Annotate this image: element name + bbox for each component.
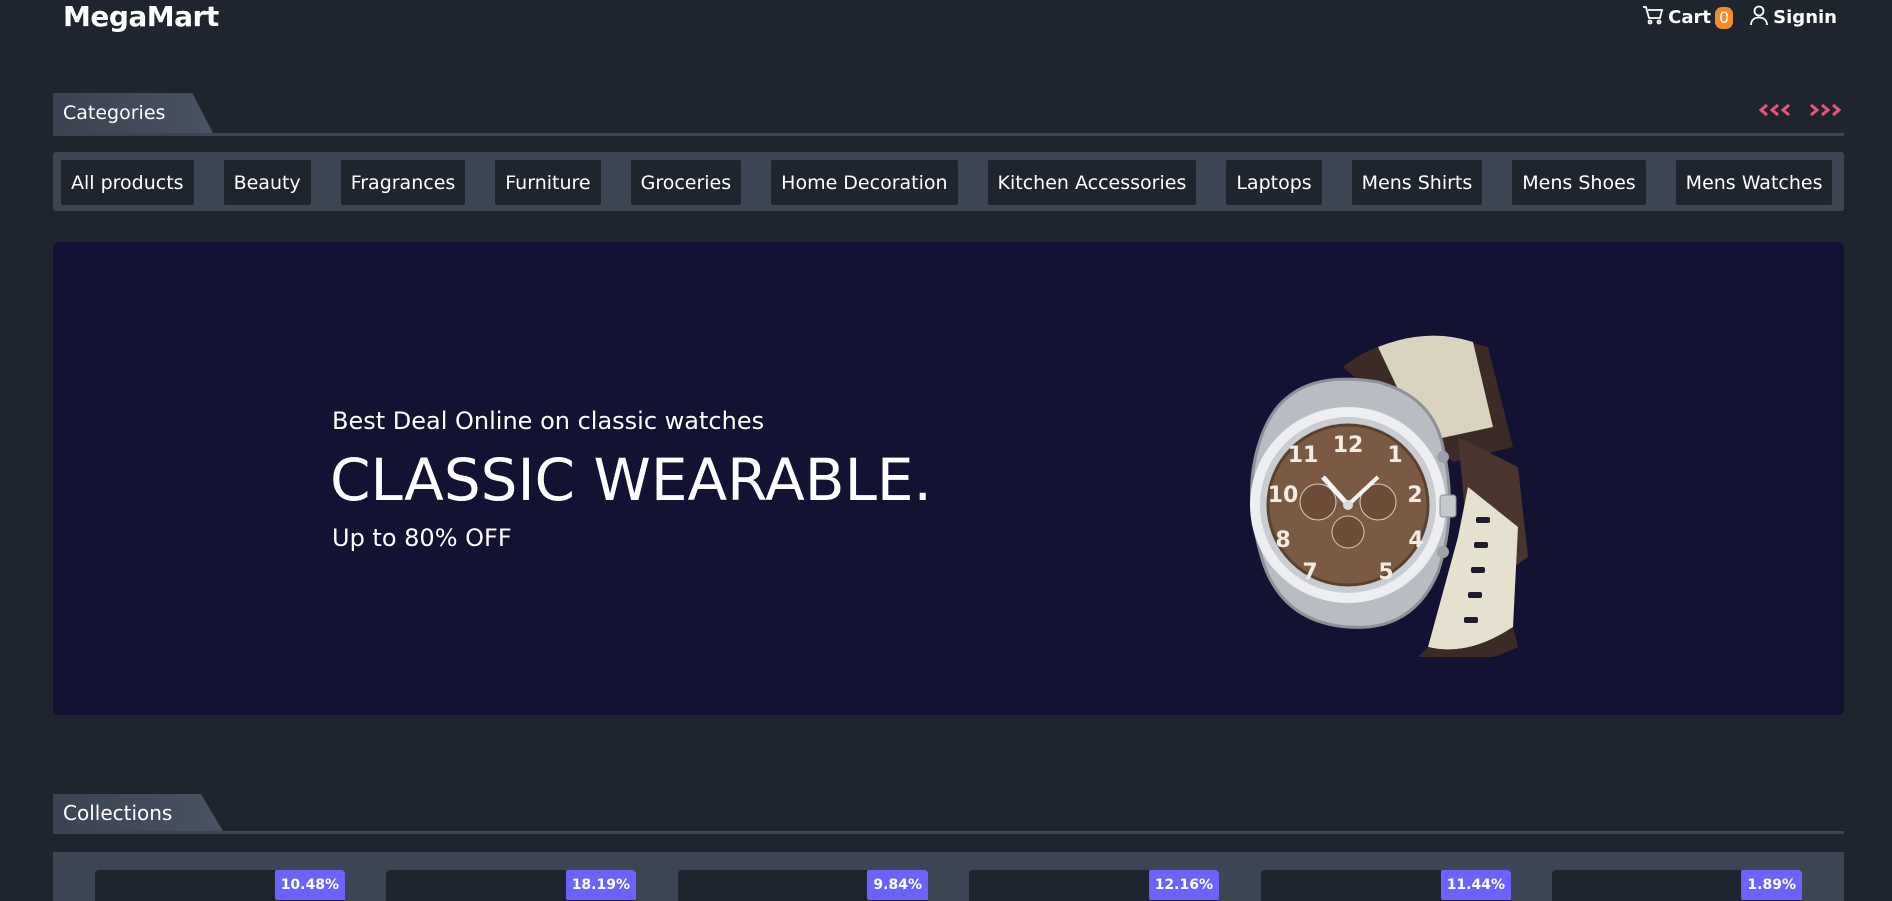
categories-title: Categories: [53, 93, 213, 133]
category-furniture[interactable]: Furniture: [495, 160, 601, 205]
category-groceries[interactable]: Groceries: [630, 160, 742, 205]
svg-text:10: 10: [1268, 483, 1299, 508]
svg-text:2: 2: [1407, 483, 1422, 508]
collection-card[interactable]: 11.44%: [1261, 870, 1511, 901]
watch-image: 12 1 2 4 5 7 8 10 11: [1228, 327, 1528, 663]
logo[interactable]: MegaMart: [63, 0, 219, 33]
discount-badge: 10.48%: [274, 870, 345, 900]
chevrons-left-icon: [1758, 102, 1794, 121]
collection-card[interactable]: 10.48%: [95, 870, 345, 901]
discount-badge: 11.44%: [1440, 870, 1511, 900]
category-scroll-controls: [1758, 102, 1842, 121]
category-fragrances[interactable]: Fragrances: [340, 160, 466, 205]
chevrons-right-icon: [1806, 102, 1842, 121]
svg-text:5: 5: [1378, 560, 1393, 585]
cart-button[interactable]: Cart 0: [1642, 5, 1734, 30]
category-home-decoration[interactable]: Home Decoration: [771, 160, 958, 205]
svg-text:8: 8: [1275, 528, 1290, 553]
header-actions: Cart 0 Signin: [1642, 4, 1837, 31]
collections-strip: 10.48% 18.19% 9.84% 12.16% 11.44% 1.89%: [53, 852, 1844, 901]
categories-header: Categories: [53, 93, 1844, 136]
cart-count-badge: 0: [1714, 6, 1734, 29]
hero-title: CLASSIC WEARABLE.: [330, 446, 932, 514]
signin-label: Signin: [1773, 7, 1837, 28]
category-list: All products Beauty Fragrances Furniture Gro…: [61, 160, 1844, 205]
cart-label: Cart: [1668, 7, 1711, 28]
category-mens-watches[interactable]: Mens Watches: [1675, 160, 1833, 205]
discount-badge: 18.19%: [565, 870, 636, 900]
scroll-left-button[interactable]: [1758, 102, 1794, 121]
category-strip: All products Beauty Fragrances Furniture Gro…: [53, 152, 1844, 211]
category-kitchen-accessories[interactable]: Kitchen Accessories: [987, 160, 1197, 205]
hero-subtitle: Best Deal Online on classic watches: [332, 407, 765, 435]
collection-card[interactable]: 9.84%: [678, 870, 928, 901]
svg-text:11: 11: [1288, 443, 1319, 468]
discount-badge: 12.16%: [1148, 870, 1219, 900]
hero-banner[interactable]: Best Deal Online on classic watches CLAS…: [53, 242, 1844, 715]
collections-title: Collections: [53, 794, 223, 831]
category-mens-shirts[interactable]: Mens Shirts: [1351, 160, 1483, 205]
collection-card[interactable]: 1.89%: [1552, 870, 1802, 901]
category-strip-edge: [1837, 152, 1844, 211]
collection-card[interactable]: 18.19%: [386, 870, 636, 901]
discount-badge: 9.84%: [867, 870, 928, 900]
hero-offer: Up to 80% OFF: [332, 524, 512, 552]
category-all-products[interactable]: All products: [61, 160, 194, 205]
signin-button[interactable]: Signin: [1749, 4, 1837, 31]
category-beauty[interactable]: Beauty: [223, 160, 311, 205]
category-laptops[interactable]: Laptops: [1226, 160, 1322, 205]
collections-header: Collections: [53, 794, 1844, 834]
svg-text:4: 4: [1408, 528, 1423, 553]
header: MegaMart Cart 0 Signin: [0, 0, 1892, 36]
svg-text:7: 7: [1302, 560, 1317, 585]
user-icon: [1749, 4, 1769, 31]
category-mens-shoes[interactable]: Mens Shoes: [1512, 160, 1646, 205]
collection-card[interactable]: 12.16%: [969, 870, 1219, 901]
scroll-right-button[interactable]: [1806, 102, 1842, 121]
cart-icon: [1642, 5, 1664, 30]
svg-text:1: 1: [1387, 443, 1402, 468]
discount-badge: 1.89%: [1741, 870, 1802, 900]
svg-text:12: 12: [1333, 433, 1364, 458]
